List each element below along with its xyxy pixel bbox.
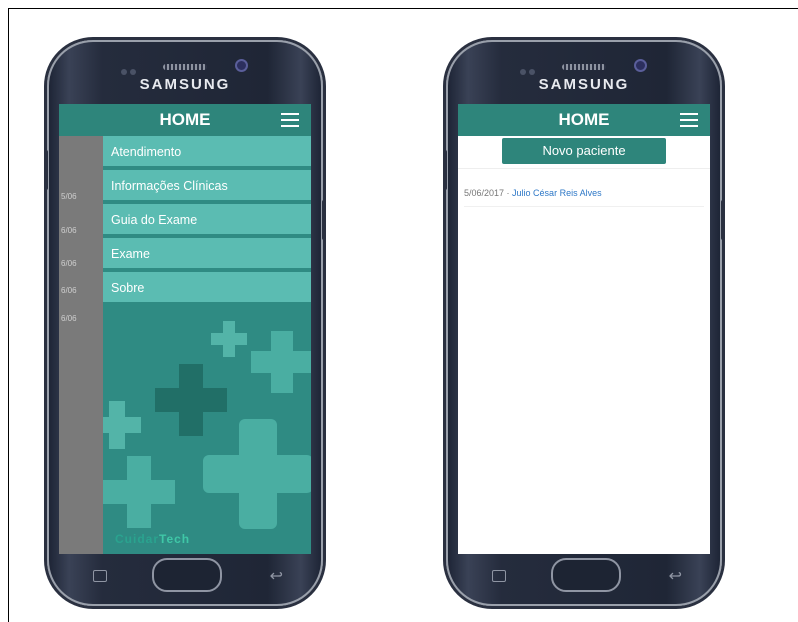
plus-decoration-icon [103, 401, 141, 449]
phone-brand: SAMSUNG [139, 76, 231, 93]
front-camera-icon [235, 59, 248, 72]
back-icon[interactable]: ↩ [270, 566, 283, 586]
menu-item-sobre[interactable]: Sobre [103, 272, 311, 304]
underlay-date: 5/06 [61, 192, 77, 201]
patient-date: 5/06/2017 [464, 188, 505, 198]
phone-screen: HOME Novo paciente 5/06/2017 · Julio Cés… [458, 104, 710, 554]
app-bar: HOME [59, 104, 311, 136]
app-title: HOME [159, 110, 211, 129]
underlay-date: 6/06 [61, 259, 77, 268]
divider [464, 206, 704, 207]
underlay-date: 6/06 [61, 314, 77, 323]
underlay-date: 6/06 [61, 286, 77, 295]
phone-brand: SAMSUNG [538, 76, 630, 93]
menu-item-guia-do-exame[interactable]: Guia do Exame [103, 204, 311, 236]
patient-separator: · [504, 188, 513, 198]
app-logo: CuidarTech [115, 532, 190, 546]
plus-decoration-icon [251, 331, 311, 393]
patient-list-item[interactable]: 5/06/2017 · Julio César Reis Alves [464, 188, 602, 198]
sensor-dots [121, 62, 143, 75]
volume-button [44, 150, 48, 190]
hamburger-menu-icon[interactable] [680, 113, 698, 127]
menu-item-exame[interactable]: Exame [103, 238, 311, 270]
plus-decoration-icon [103, 456, 175, 528]
speaker-grille [562, 64, 606, 70]
phone-screen: HOME 5/06 6/06 6/06 6/06 6/06 Atendiment… [59, 104, 311, 554]
home-button[interactable] [152, 558, 222, 592]
volume-button [443, 150, 447, 190]
patient-name-link[interactable]: Julio César Reis Alves [512, 188, 602, 198]
back-icon[interactable]: ↩ [669, 566, 682, 586]
menu-item-atendimento[interactable]: Atendimento [103, 136, 311, 168]
power-button [721, 200, 725, 240]
sensor-dots [520, 62, 542, 75]
drawer-scrim[interactable]: 5/06 6/06 6/06 6/06 6/06 [59, 136, 103, 554]
plus-decoration-icon [203, 419, 311, 529]
speaker-grille [163, 64, 207, 70]
front-camera-icon [634, 59, 647, 72]
hamburger-menu-icon[interactable] [281, 113, 299, 127]
new-patient-button[interactable]: Novo paciente [502, 138, 666, 164]
recent-apps-icon[interactable] [93, 570, 107, 582]
app-title: HOME [558, 110, 610, 129]
power-button [322, 200, 326, 240]
left-phone: SAMSUNG HOME 5/06 6/06 6/06 6/06 6/06 At… [44, 40, 326, 606]
divider [458, 168, 710, 169]
right-phone: SAMSUNG HOME Novo paciente 5/06/2017 · J… [443, 40, 725, 606]
app-bar: HOME [458, 104, 710, 136]
frame-border-top [8, 8, 798, 9]
logo-part: Cuidar [115, 532, 160, 546]
plus-decoration-icon [211, 321, 247, 357]
recent-apps-icon[interactable] [492, 570, 506, 582]
frame-border-left [8, 8, 9, 622]
navigation-drawer: Atendimento Informações Clínicas Guia do… [103, 136, 311, 554]
menu-item-informacoes-clinicas[interactable]: Informações Clínicas [103, 170, 311, 202]
logo-part: Tech [159, 532, 191, 546]
underlay-date: 6/06 [61, 226, 77, 235]
home-button[interactable] [551, 558, 621, 592]
